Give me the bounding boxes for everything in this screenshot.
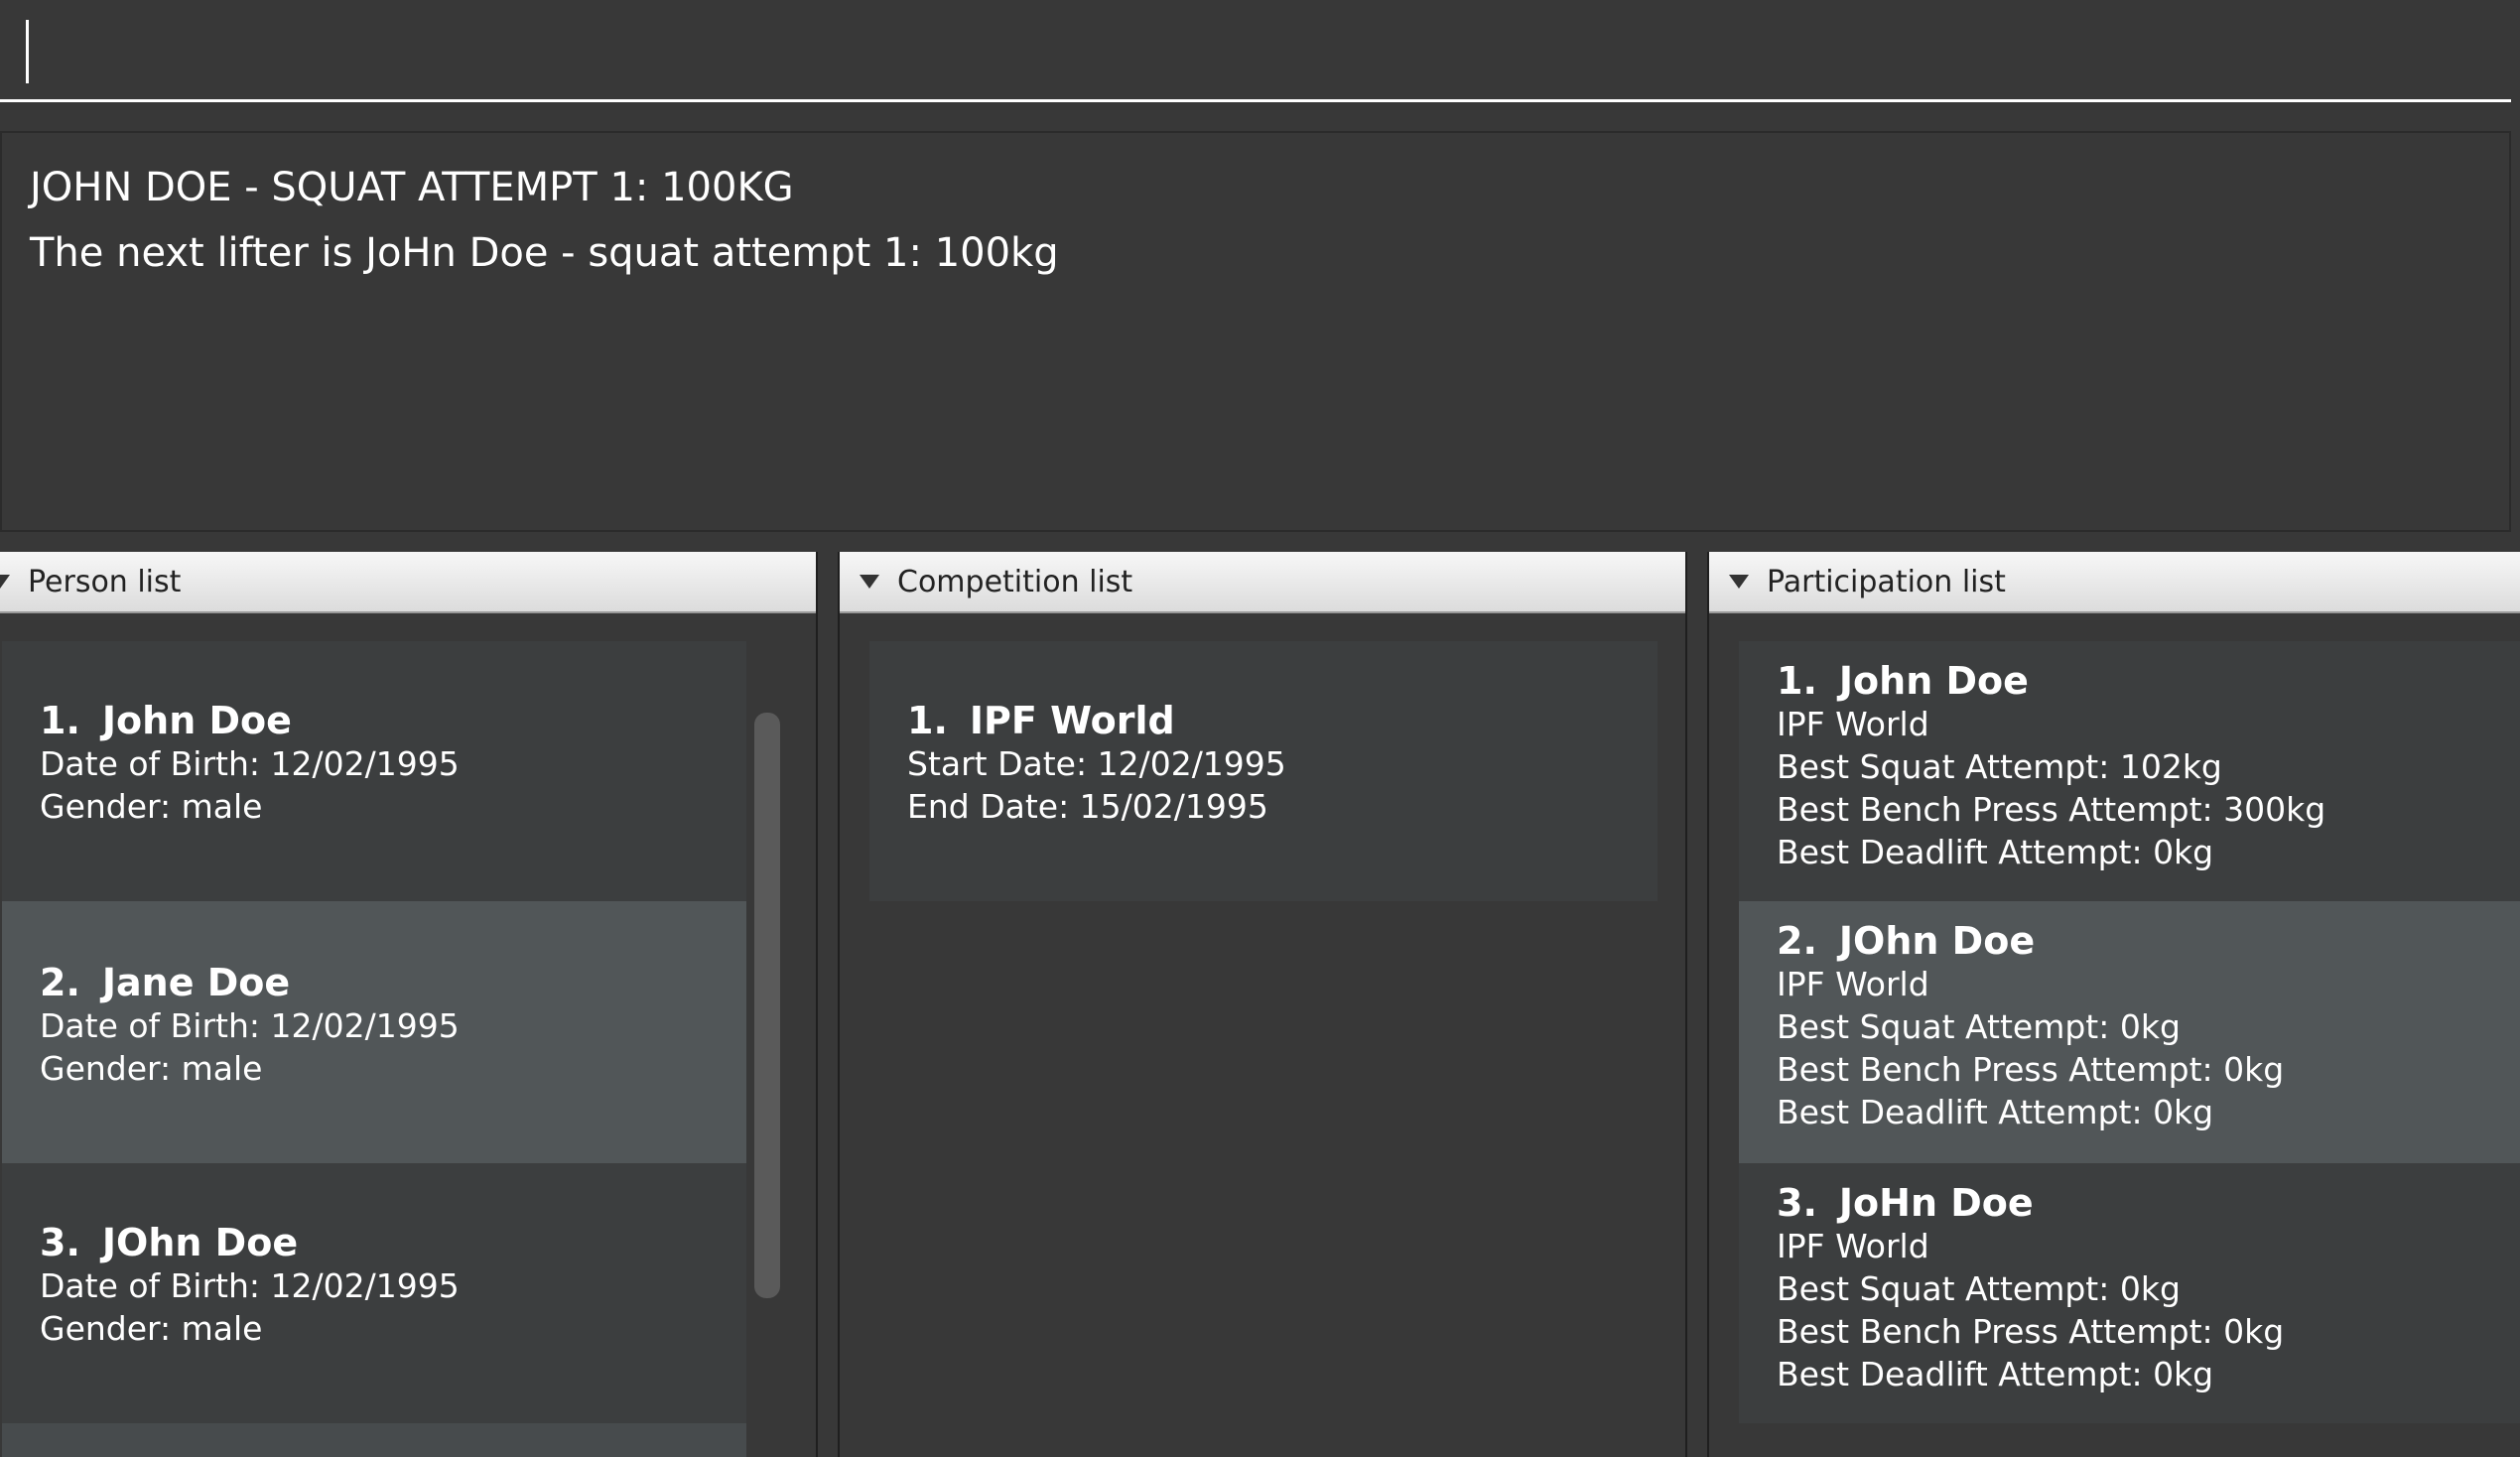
person-list-body: 1. John Doe Date of Birth: 12/02/1995 Gen…	[0, 613, 816, 1457]
best-squat: Best Squat Attempt: 0kg	[1777, 1007, 2181, 1046]
best-deadlift: Best Deadlift Attempt: 0kg	[1777, 1355, 2214, 1393]
best-bench: Best Bench Press Attempt: 0kg	[1777, 1050, 2285, 1089]
competition-name: 1. IPF World	[907, 699, 1175, 742]
result-display: JOHN DOE - SQUAT ATTEMPT 1: 100KG The ne…	[0, 131, 2511, 532]
person-gender: Gender: male	[40, 787, 263, 826]
participant-name: 3. JoHn Doe	[1777, 1181, 2034, 1225]
participation-card[interactable]: 2. JOhn Doe IPF World Best Squat Attempt:…	[1739, 901, 2520, 1163]
result-line-2: The next lifter is JoHn Doe - squat atte…	[30, 230, 1059, 276]
result-line-1: JOHN DOE - SQUAT ATTEMPT 1: 100KG	[30, 165, 794, 210]
participant-name: 1. John Doe	[1777, 659, 2029, 703]
person-dob: Date of Birth: 12/02/1995	[40, 1006, 460, 1045]
text-caret	[26, 20, 29, 83]
best-deadlift: Best Deadlift Attempt: 0kg	[1777, 1093, 2214, 1131]
best-squat: Best Squat Attempt: 0kg	[1777, 1269, 2181, 1308]
person-list-header[interactable]: Person list	[0, 552, 816, 613]
participation-card[interactable]: 3. JoHn Doe IPF World Best Squat Attempt:…	[1739, 1163, 2520, 1423]
competition-list-header[interactable]: Competition list	[840, 552, 1685, 613]
competition-list-body: 1. IPF World Start Date: 12/02/1995 End D…	[840, 613, 1685, 1457]
best-bench: Best Bench Press Attempt: 0kg	[1777, 1312, 2285, 1351]
participation-competition: IPF World	[1777, 1227, 1929, 1265]
participant-name: 2. JOhn Doe	[1777, 919, 2036, 963]
participation-list-body: 1. John Doe IPF World Best Squat Attempt:…	[1709, 613, 2520, 1457]
collapse-triangle-icon[interactable]	[1729, 575, 1749, 589]
person-list-title: Person list	[28, 564, 182, 599]
competition-end-date: End Date: 15/02/1995	[907, 787, 1268, 826]
person-dob: Date of Birth: 12/02/1995	[40, 1266, 460, 1305]
competition-list-title: Competition list	[897, 564, 1133, 599]
person-list-panel: Person list 1. John Doe Date of Birth: 12…	[0, 552, 818, 1457]
participation-competition: IPF World	[1777, 705, 1929, 743]
participation-list-panel: Participation list 1. John Doe IPF World …	[1707, 552, 2520, 1457]
best-squat: Best Squat Attempt: 102kg	[1777, 747, 2222, 786]
person-card[interactable]: 2. Jane Doe Date of Birth: 12/02/1995 Gen…	[2, 901, 746, 1163]
participation-competition: IPF World	[1777, 965, 1929, 1003]
competition-start-date: Start Date: 12/02/1995	[907, 744, 1286, 783]
collapse-triangle-icon[interactable]	[860, 575, 879, 589]
person-name: 1. John Doe	[40, 699, 292, 742]
person-gender: Gender: male	[40, 1309, 263, 1348]
person-name: 3. JOhn Doe	[40, 1221, 299, 1264]
participation-card[interactable]: 1. John Doe IPF World Best Squat Attempt:…	[1739, 641, 2520, 901]
command-input[interactable]	[10, 10, 2491, 89]
person-gender: Gender: male	[40, 1049, 263, 1088]
person-card[interactable]: 1. John Doe Date of Birth: 12/02/1995 Gen…	[2, 641, 746, 901]
best-deadlift: Best Deadlift Attempt: 0kg	[1777, 833, 2214, 871]
command-box	[0, 0, 2511, 102]
person-card[interactable]: 3. JOhn Doe Date of Birth: 12/02/1995 Gen…	[2, 1163, 746, 1423]
participation-list-header[interactable]: Participation list	[1709, 552, 2520, 613]
best-bench: Best Bench Press Attempt: 300kg	[1777, 790, 2326, 829]
person-dob: Date of Birth: 12/02/1995	[40, 744, 460, 783]
person-name: 2. Jane Doe	[40, 961, 291, 1004]
person-card-partial[interactable]	[2, 1423, 746, 1457]
scrollbar[interactable]	[754, 713, 780, 1298]
competition-list-panel: Competition list 1. IPF World Start Date:…	[838, 552, 1687, 1457]
collapse-triangle-icon[interactable]	[0, 575, 10, 589]
competition-card[interactable]: 1. IPF World Start Date: 12/02/1995 End D…	[869, 641, 1658, 901]
participation-list-title: Participation list	[1767, 564, 2006, 599]
